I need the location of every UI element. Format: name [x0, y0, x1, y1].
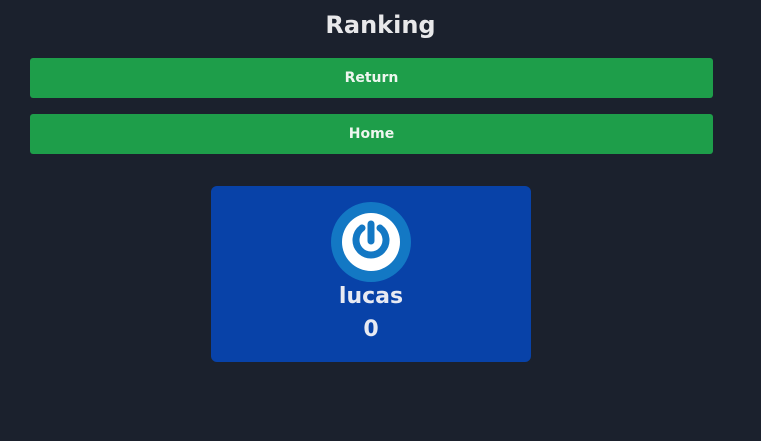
- avatar: [331, 202, 411, 282]
- home-button[interactable]: Home: [30, 114, 713, 154]
- player-score: 0: [363, 317, 379, 342]
- page-title: Ranking: [325, 11, 436, 39]
- return-button[interactable]: Return: [30, 58, 713, 98]
- ranking-card: lucas 0: [211, 186, 531, 362]
- player-name: lucas: [338, 284, 404, 309]
- power-icon: [331, 202, 411, 282]
